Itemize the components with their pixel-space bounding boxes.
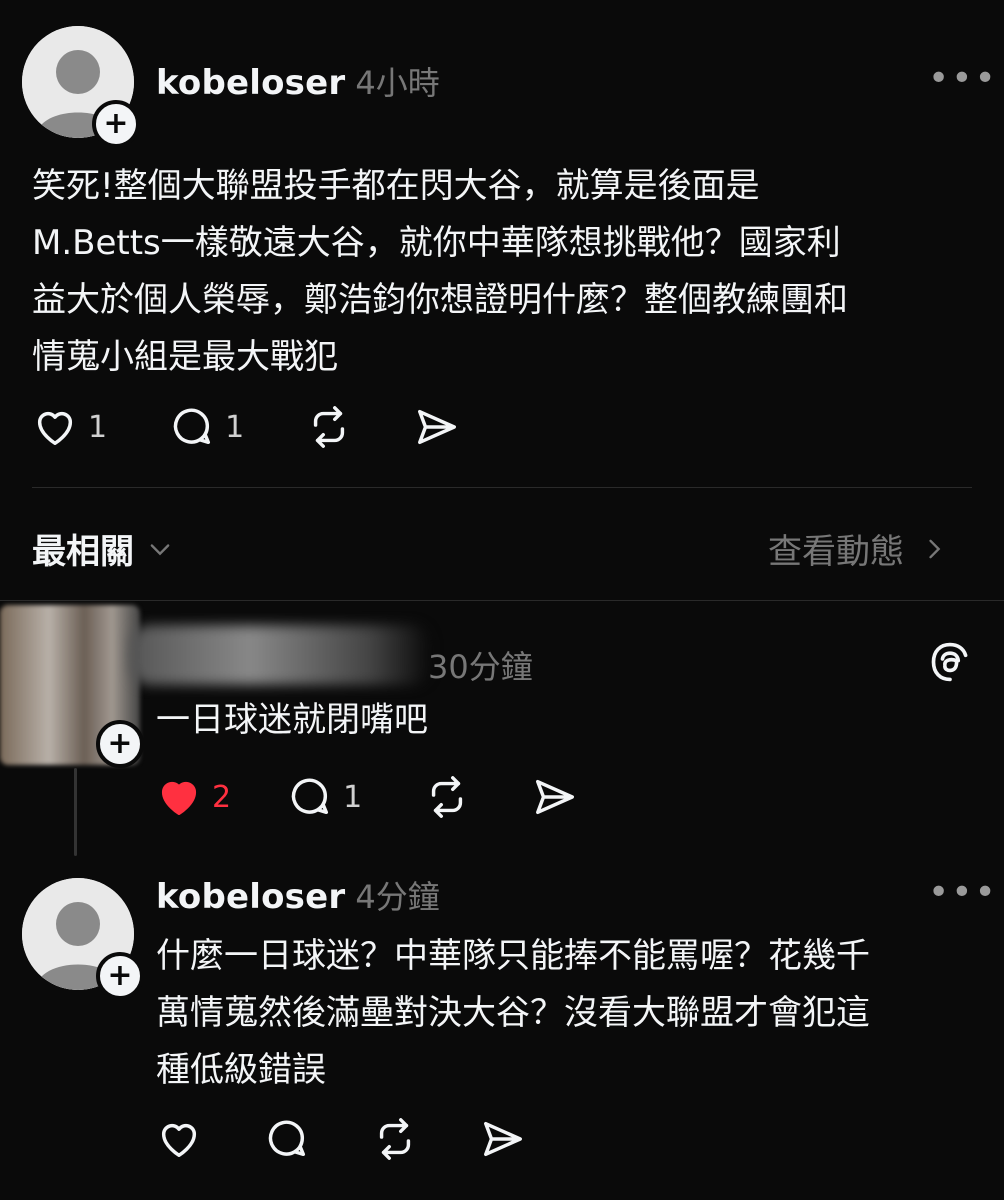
repost-icon [379,1118,411,1160]
comment-button[interactable]: 1 [287,774,362,820]
activity-label: 查看動態 [768,532,904,572]
post-text: 笑死!整個大聯盟投手都在閃大谷，就算是後面是 M.Betts一樣敬遠大谷，就你中… [32,166,848,377]
username[interactable]: kobeloser [156,877,345,917]
heart-icon [161,781,197,816]
comment-button[interactable]: 1 [169,404,244,450]
share-button[interactable] [414,404,460,450]
sort-label: 最相關 [32,532,134,572]
divider [0,600,1004,601]
repost-icon [314,406,345,448]
reply-time: 4分鐘 [355,878,440,916]
plus-icon: + [107,958,133,993]
like-count: 2 [212,779,232,815]
divider [32,487,972,488]
follow-plus-button[interactable]: + [96,952,144,1000]
threads-logo-icon[interactable] [928,640,972,688]
chevron-down-icon [150,543,170,555]
comment-count: 1 [225,409,245,445]
share-icon [484,1121,522,1157]
comment-icon [268,1120,306,1157]
sort-dropdown[interactable]: 最相關 [32,524,174,573]
share-icon [418,409,457,445]
share-button[interactable] [480,1116,526,1162]
more-icon[interactable]: ••• [928,58,998,99]
like-count: 1 [88,409,108,445]
plus-icon: + [103,106,129,141]
repost-button[interactable] [424,774,470,820]
comment-button[interactable] [264,1116,310,1162]
repost-icon [432,776,463,818]
heart-icon [161,1123,197,1158]
comment-icon [291,778,329,815]
share-button[interactable] [532,774,578,820]
follow-plus-button[interactable]: + [96,720,144,768]
comment-count: 1 [343,779,363,815]
heart-icon [37,411,73,446]
post-time: 4小時 [355,64,440,102]
post-header: kobeloser 4小時 [156,58,440,104]
repost-button[interactable] [306,404,352,450]
post-actions: 1 1 [32,404,522,450]
follow-plus-button[interactable]: + [92,100,140,148]
thread-line [74,768,77,856]
like-button[interactable]: 1 [32,404,107,450]
redacted-username [130,625,430,685]
reply-text: 一日球迷就閉嘴吧 [156,700,428,740]
like-button[interactable] [156,1116,202,1162]
repost-button[interactable] [372,1116,418,1162]
reply-actions [156,1116,588,1162]
reply-time: 30分鐘 [428,648,533,686]
share-icon [536,779,575,815]
like-button[interactable]: 2 [156,774,231,820]
plus-icon: + [107,726,133,761]
more-icon[interactable]: ••• [928,872,998,913]
comment-icon [173,408,211,445]
reply-header: kobeloser 4分鐘 [156,872,440,918]
reply-text: 什麼一日球迷？中華隊只能捧不能罵喔？花幾千 萬情蒐然後滿壘對決大谷？沒看大聯盟才… [156,936,870,1090]
reply-actions: 2 1 [156,774,640,820]
chevron-right-icon [929,539,941,558]
username[interactable]: kobeloser [156,63,345,103]
view-activity-link[interactable]: 查看動態 [768,524,948,573]
